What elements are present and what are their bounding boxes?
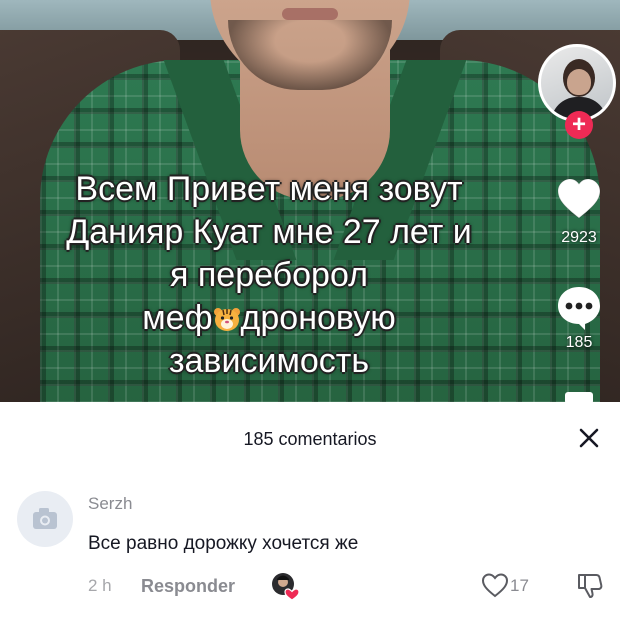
caption-word-part-1: меф [142, 299, 213, 337]
speech-bubble-icon[interactable] [555, 284, 603, 332]
comment-count: 185 [565, 334, 593, 351]
caption-line: я переборол [170, 256, 368, 294]
share-icon-partial[interactable] [565, 392, 593, 402]
person-lips [282, 8, 338, 20]
creator-liked-icon [272, 573, 300, 601]
video-caption: Всем Привет меня зовут Данияр Куат мне 2… [14, 168, 524, 383]
comment-text: Все равно дорожку хочется же [88, 533, 359, 554]
follow-plus-icon[interactable]: + [565, 111, 593, 139]
comment-time: 2 h [88, 576, 112, 595]
comment-like-count: 17 [510, 576, 529, 595]
comment-username[interactable]: Serzh [88, 494, 132, 514]
like-count: 2923 [561, 229, 597, 246]
caption-word-part-2: дроновую [240, 299, 396, 337]
close-icon[interactable] [574, 423, 604, 453]
tiger-face-emoji [213, 308, 240, 331]
thumbs-down-icon[interactable] [576, 570, 604, 600]
caption-line: Всем Привет меня зовут [75, 170, 463, 208]
heart-icon[interactable] [555, 176, 603, 224]
caption-line: Данияр Куат мне 27 лет и [66, 213, 472, 251]
caption-line-with-emoji: меф дроновую [14, 297, 524, 340]
video-player[interactable]: Всем Привет меня зовут Данияр Куат мне 2… [0, 0, 620, 402]
commenter-avatar[interactable] [17, 491, 73, 547]
heart-outline-icon[interactable] [480, 570, 510, 600]
reply-button[interactable]: Responder [141, 576, 235, 597]
comments-title: 185 comentarios [243, 429, 377, 449]
comments-sheet: 185 comentarios Serzh Все равно дорожку … [0, 402, 620, 620]
avatar-face [567, 69, 591, 95]
camera-icon [33, 508, 57, 529]
caption-line: зависимость [168, 342, 370, 380]
